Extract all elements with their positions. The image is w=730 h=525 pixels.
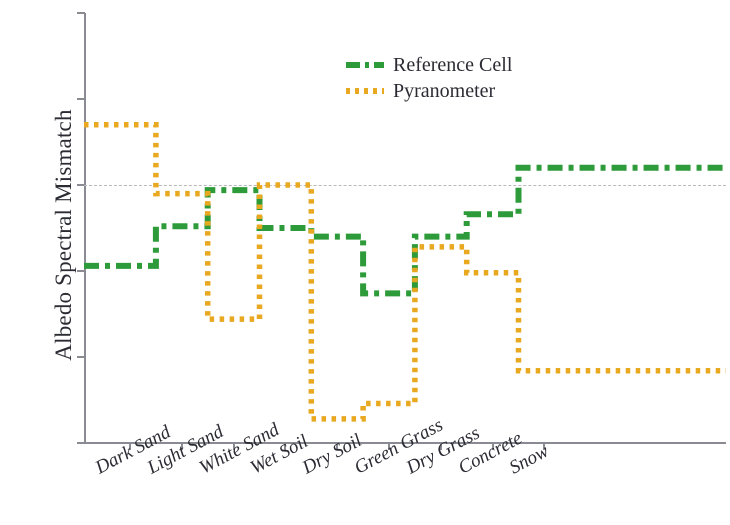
- legend-item-reference-cell: Reference Cell: [345, 52, 512, 78]
- legend-swatch-reference-cell: [345, 58, 385, 72]
- legend-label-reference-cell: Reference Cell: [393, 54, 513, 76]
- legend-swatch-pyranometer: [345, 84, 385, 98]
- legend-label-pyranometer: Pyranometer: [393, 80, 496, 102]
- y-axis-title: Albedo Spectral Mismatch: [51, 109, 76, 361]
- chart-legend: Reference Cell Pyranometer: [345, 52, 512, 104]
- legend-item-pyranometer: Pyranometer: [345, 78, 512, 104]
- series-line-reference-cell: [84, 164, 726, 297]
- series-line-pyranometer: [84, 122, 726, 422]
- albedo-spectral-mismatch-chart: Albedo Spectral Mismatch 0.850.900.951.0…: [0, 0, 730, 525]
